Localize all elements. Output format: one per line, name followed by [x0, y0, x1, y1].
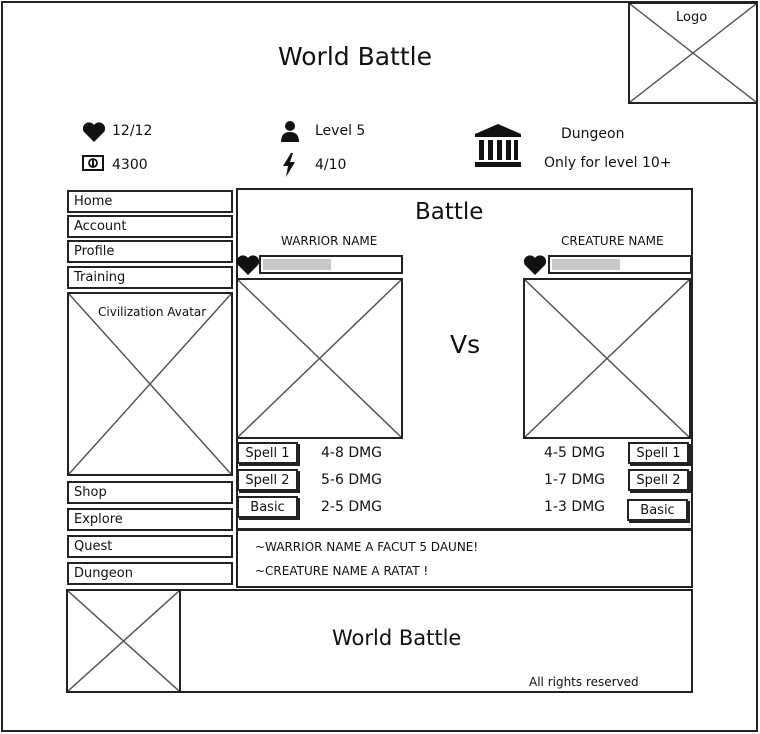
battle-log-entry: ~CREATURE NAME A RATAT !: [255, 564, 429, 578]
creature-basic-attack-button[interactable]: Basic: [627, 499, 688, 521]
battle-log-entry: ~WARRIOR NAME A FACUT 5 DAUNE!: [255, 540, 479, 554]
creature-heart-icon: [523, 255, 547, 275]
bank-building-icon: [474, 124, 522, 168]
creature-spell-2-button[interactable]: Spell 2: [628, 469, 689, 491]
nav-profile[interactable]: Profile: [67, 240, 233, 263]
versus-label: Vs: [450, 330, 481, 359]
warrior-health-fill: [263, 259, 331, 270]
warrior-portrait: [236, 278, 403, 439]
warrior-health-bar: [259, 255, 403, 274]
creature-portrait: [523, 278, 691, 439]
warrior-spell-1-damage: 4-8 DMG: [321, 445, 383, 461]
civilization-avatar: Civilization Avatar: [67, 292, 233, 476]
lightning-icon: [282, 153, 296, 177]
creature-health-fill: [552, 259, 620, 270]
nav-account[interactable]: Account: [67, 215, 233, 238]
nav-training[interactable]: Training: [67, 266, 233, 289]
warrior-name: WARRIOR NAME: [281, 234, 378, 248]
page-title: World Battle: [278, 42, 432, 71]
nav-shop[interactable]: Shop: [67, 481, 233, 504]
creature-name: CREATURE NAME: [561, 234, 664, 248]
footer-rights: All rights reserved: [529, 675, 639, 689]
footer: World Battle All rights reserved: [66, 589, 693, 693]
energy-value: 4/10: [315, 157, 347, 173]
creature-spell-1-button[interactable]: Spell 1: [628, 442, 689, 464]
logo-image: Logo: [628, 2, 758, 104]
level-value: Level 5: [315, 123, 366, 139]
nav-dungeon[interactable]: Dungeon: [67, 562, 233, 585]
warrior-spell-2-button[interactable]: Spell 2: [237, 469, 298, 491]
battle-title: Battle: [415, 199, 484, 225]
heart-icon: [82, 122, 106, 142]
location-requirement: Only for level 10+: [544, 155, 672, 171]
warrior-heart-icon: [236, 255, 260, 275]
user-icon: [280, 120, 300, 142]
footer-title: World Battle: [332, 626, 462, 650]
nav-quest[interactable]: Quest: [67, 535, 233, 558]
money-icon: [82, 155, 104, 171]
warrior-basic-damage: 2-5 DMG: [321, 499, 383, 515]
footer-image: [68, 591, 181, 691]
avatar-label: Civilization Avatar: [98, 305, 207, 319]
money-value: 4300: [112, 157, 148, 173]
creature-health-bar: [548, 255, 692, 274]
warrior-basic-attack-button[interactable]: Basic: [237, 496, 298, 518]
logo-label: Logo: [676, 10, 708, 25]
location-name: Dungeon: [561, 126, 625, 142]
health-value: 12/12: [112, 123, 153, 139]
creature-basic-damage: 1-3 DMG: [544, 499, 606, 515]
warrior-spell-1-button[interactable]: Spell 1: [237, 442, 298, 464]
creature-spell-2-damage: 1-7 DMG: [544, 472, 606, 488]
creature-spell-1-damage: 4-5 DMG: [544, 445, 606, 461]
nav-home[interactable]: Home: [67, 190, 233, 213]
nav-explore[interactable]: Explore: [67, 508, 233, 531]
battle-log: ~WARRIOR NAME A FACUT 5 DAUNE! ~CREATURE…: [236, 529, 693, 588]
warrior-spell-2-damage: 5-6 DMG: [321, 472, 383, 488]
